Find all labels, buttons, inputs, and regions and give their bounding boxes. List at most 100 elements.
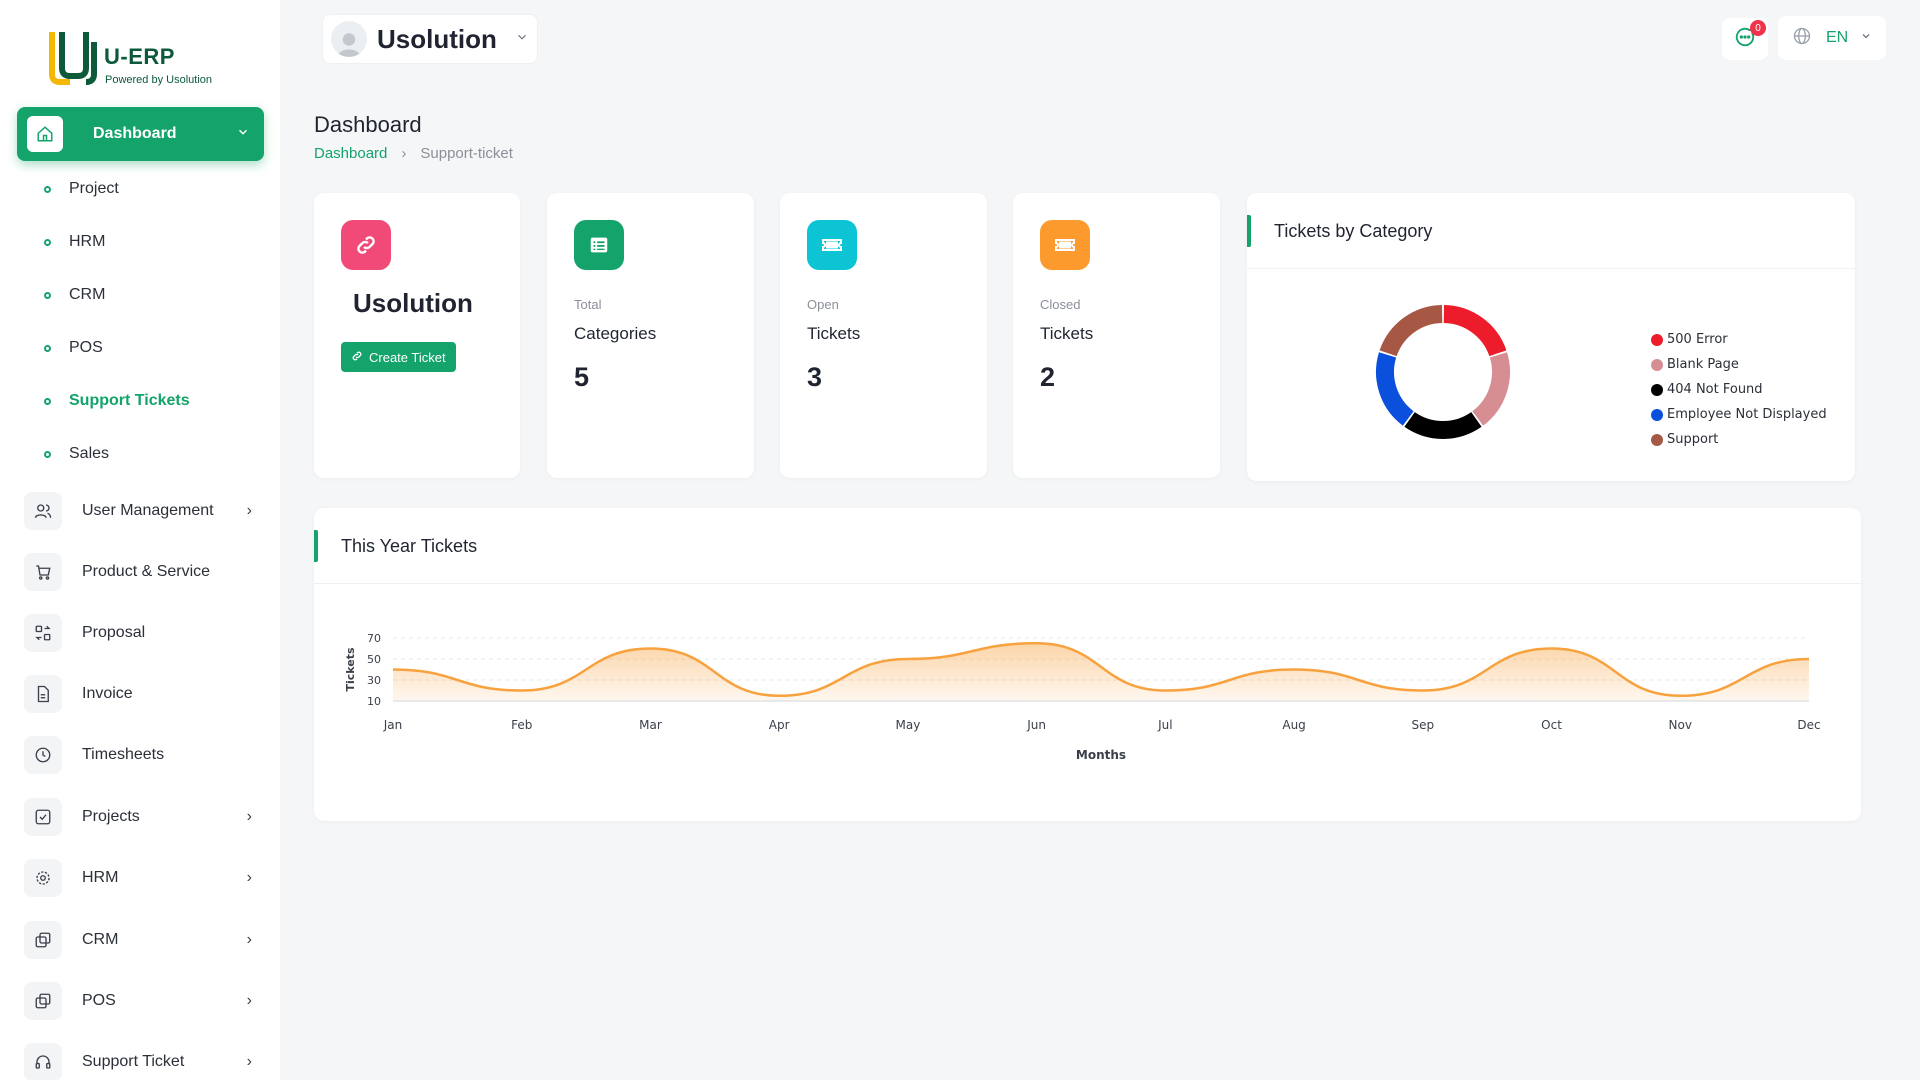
tickets-by-category-card: Tickets by Category 500 Error Blank Page 4… xyxy=(1247,193,1855,481)
sidebar-item-projects[interactable]: Projects › xyxy=(24,797,256,837)
y-tick-label: 50 xyxy=(367,653,381,666)
legend-item[interactable]: Blank Page xyxy=(1651,352,1827,377)
legend-label: 404 Not Found xyxy=(1667,382,1763,397)
sidebar-item-label: Invoice xyxy=(82,685,133,702)
bullet-icon xyxy=(44,344,51,352)
create-ticket-button[interactable]: Create Ticket xyxy=(341,342,456,372)
x-tick-label: Nov xyxy=(1669,718,1692,732)
stat-label: Tickets xyxy=(1040,324,1094,343)
globe-icon xyxy=(1792,26,1812,51)
sidebar-subitem-label: CRM xyxy=(69,286,106,303)
legend-item[interactable]: 404 Not Found xyxy=(1651,377,1827,402)
y-tick-label: 10 xyxy=(367,695,381,708)
ticket-icon xyxy=(1040,220,1090,270)
messages-button[interactable]: 0 xyxy=(1722,18,1768,60)
sidebar-item-dashboard[interactable]: Dashboard xyxy=(17,107,264,161)
stat-label: Categories xyxy=(574,324,657,343)
home-icon xyxy=(27,116,63,152)
clock-icon xyxy=(24,736,62,774)
sidebar-item-support-ticket[interactable]: Support Ticket › xyxy=(24,1042,256,1080)
sidebar-item-hrm[interactable]: HRM › xyxy=(24,858,256,898)
card-accent-bar xyxy=(314,530,318,562)
y-tick-label: 70 xyxy=(367,632,381,645)
stat-caption: Total xyxy=(574,297,602,312)
chevron-right-icon: › xyxy=(246,808,252,825)
sidebar-item-user-management[interactable]: User Management › xyxy=(24,491,256,531)
headphones-icon xyxy=(24,1043,62,1080)
sidebar-item-crm[interactable]: CRM › xyxy=(24,920,256,960)
legend-label: 500 Error xyxy=(1667,332,1728,347)
avatar xyxy=(331,21,367,57)
logo-icon xyxy=(49,32,97,85)
stat-card-open-tickets: Open Tickets 3 xyxy=(780,193,987,478)
breadcrumb-dashboard[interactable]: Dashboard xyxy=(314,145,387,162)
donut-slice-support[interactable] xyxy=(1379,305,1443,357)
x-tick-label: Feb xyxy=(511,718,532,732)
donut-slice-500-error[interactable] xyxy=(1443,305,1507,357)
card-title: This Year Tickets xyxy=(341,536,478,556)
brand-logo[interactable]: U-ERP Powered by Usolution xyxy=(48,26,248,90)
checkbox-icon xyxy=(24,798,62,836)
legend-item[interactable]: Employee Not Displayed xyxy=(1651,402,1827,427)
sidebar-item-invoice[interactable]: Invoice xyxy=(24,674,256,714)
x-tick-label: Dec xyxy=(1797,718,1820,732)
sidebar-item-label: CRM xyxy=(82,931,119,948)
sidebar-item-label: Support Ticket xyxy=(82,1053,185,1070)
language-selector[interactable]: EN xyxy=(1778,16,1886,60)
sidebar-subitem-support-tickets[interactable]: Support Tickets xyxy=(44,392,190,410)
this-year-tickets-card: This Year Tickets 10 30 50 70 Jan Feb Mar Apr Ma… xyxy=(314,508,1861,821)
cart-icon xyxy=(24,553,62,591)
sidebar-item-label: Projects xyxy=(82,808,140,825)
stat-value: 2 xyxy=(1040,362,1056,392)
file-icon xyxy=(24,675,62,713)
sidebar-subitem-pos[interactable]: POS xyxy=(44,339,103,357)
sidebar-subitem-hrm[interactable]: HRM xyxy=(44,233,105,251)
sidebar-subitem-crm[interactable]: CRM xyxy=(44,286,105,304)
donut-slice-blank-page[interactable] xyxy=(1472,352,1510,426)
sidebar-item-product-service[interactable]: Product & Service xyxy=(24,552,256,592)
sidebar-item-label: POS xyxy=(82,992,116,1009)
sidebar-item-label: Dashboard xyxy=(93,125,177,142)
sidebar-item-proposal[interactable]: Proposal xyxy=(24,613,256,653)
stat-caption: Closed xyxy=(1040,297,1081,312)
sidebar-item-timesheets[interactable]: Timesheets xyxy=(24,735,256,775)
chevron-down-icon xyxy=(515,30,529,49)
sidebar-subitem-label: Sales xyxy=(69,445,110,462)
sidebar-subitem-sales[interactable]: Sales xyxy=(44,445,109,463)
stat-value: 5 xyxy=(574,362,590,392)
legend-item[interactable]: 500 Error xyxy=(1651,327,1827,352)
stat-caption: Open xyxy=(807,297,839,312)
sidebar-item-label: User Management xyxy=(82,502,214,519)
donut-slice-employee-not-displayed[interactable] xyxy=(1376,352,1414,426)
notification-badge: 0 xyxy=(1750,20,1766,36)
language-code: EN xyxy=(1826,29,1849,46)
user-icon xyxy=(337,33,361,57)
create-ticket-label: Create Ticket xyxy=(369,349,446,365)
sidebar-subitem-label: Project xyxy=(69,180,119,197)
chevron-right-icon: › xyxy=(246,502,252,519)
legend-label: Support xyxy=(1667,432,1719,447)
chevron-down-icon xyxy=(1860,29,1872,47)
legend-item[interactable]: Support xyxy=(1651,427,1827,452)
company-switcher[interactable]: Usolution xyxy=(322,14,538,64)
stat-label: Tickets xyxy=(807,324,861,343)
legend-label: Employee Not Displayed xyxy=(1667,407,1827,422)
sidebar-subitem-label: POS xyxy=(69,339,103,356)
year-tickets-area-chart: 10 30 50 70 Jan Feb Mar Apr May Jun Jul Aug Sep Oct No… xyxy=(344,632,1821,762)
chevron-right-icon: › xyxy=(246,931,252,948)
breadcrumb-current: Support-ticket xyxy=(420,145,513,162)
x-tick-label: Aug xyxy=(1282,718,1305,732)
donut-slice-404-not-found[interactable] xyxy=(1404,411,1482,439)
ticket-icon xyxy=(807,220,857,270)
stat-card-closed-tickets: Closed Tickets 2 xyxy=(1013,193,1220,478)
bullet-icon xyxy=(44,291,51,299)
sidebar: U-ERP Powered by Usolution Dashboard Pro… xyxy=(0,0,280,1080)
x-tick-label: Jul xyxy=(1157,718,1172,732)
bullet-icon xyxy=(44,397,51,405)
legend-label: Blank Page xyxy=(1667,357,1739,372)
card-header: This Year Tickets xyxy=(314,508,1861,584)
layers-icon xyxy=(24,921,62,959)
sidebar-subitem-project[interactable]: Project xyxy=(44,180,119,198)
sidebar-item-pos[interactable]: POS › xyxy=(24,981,256,1021)
chevron-right-icon: › xyxy=(401,145,407,162)
